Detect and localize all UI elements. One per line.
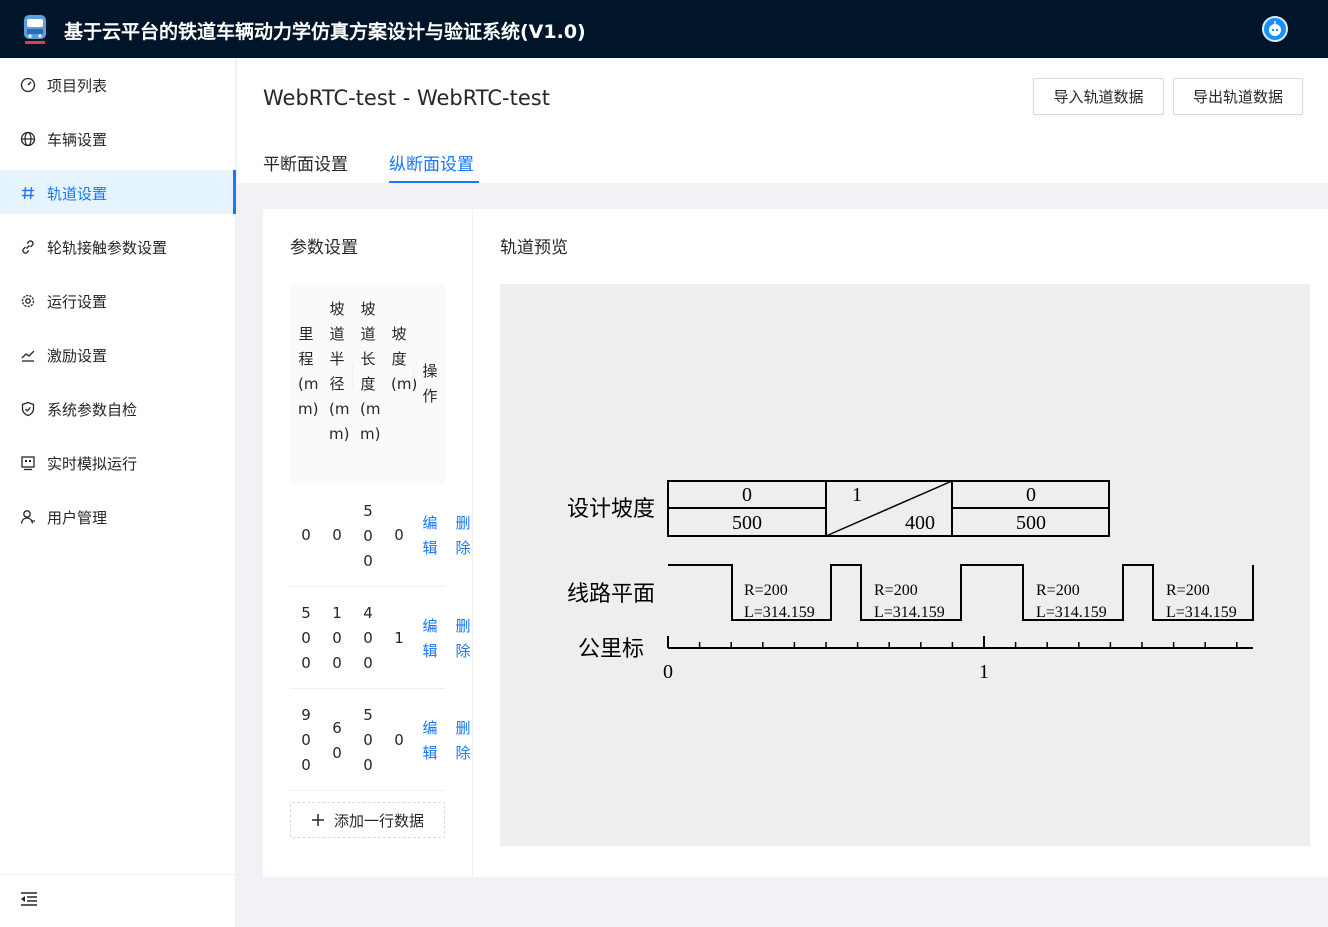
sidebar-item-label: 激励设置	[47, 347, 108, 365]
curve-radius: R=200	[744, 582, 788, 599]
track-profile-diagram: 设计坡度 线路平面 公里标 0 500 1 400 0 500 R=200 L=…	[567, 480, 1254, 683]
cell-radius: 100	[332, 604, 342, 672]
sidebar-item-label: 用户管理	[47, 509, 108, 527]
column-header-radius: 坡道半径(mm)	[329, 300, 350, 443]
curve-length: L=314.159	[1166, 604, 1237, 621]
cell-grade: 1	[394, 629, 404, 647]
page-header: WebRTC-test - WebRTC-test 导入轨道数据 导出轨道数据 …	[237, 58, 1328, 183]
sidebar-item-track-settings[interactable]: 轨道设置	[0, 170, 236, 214]
app-title: 基于云平台的铁道车辆动力学仿真方案设计与验证系统(V1.0)	[64, 21, 586, 43]
grade-length: 500	[732, 512, 762, 534]
curve-radius: R=200	[874, 582, 918, 599]
params-title: 参数设置	[290, 238, 358, 258]
robot-avatar-icon	[1269, 21, 1281, 36]
sidebar-item-label: 轮轨接触参数设置	[47, 239, 168, 257]
train-logo-icon	[24, 15, 46, 44]
preview-title: 轨道预览	[500, 238, 568, 258]
cell-length: 400	[363, 604, 373, 672]
header-separator	[413, 364, 414, 388]
plus-icon	[311, 814, 324, 826]
delete-row-button[interactable]: 删除	[455, 716, 471, 766]
user-avatar[interactable]	[1262, 16, 1288, 42]
sidebar: 项目列表 车辆设置 轨道设置 轮轨接触参数设置 运行设置 激励设置 系统参数自检…	[0, 58, 236, 927]
sidebar-item-vehicle-settings[interactable]: 车辆设置	[0, 116, 236, 160]
tab-active-indicator	[389, 181, 479, 183]
sidebar-item-wheel-rail-contact[interactable]: 轮轨接触参数设置	[0, 224, 236, 268]
column-header-length: 坡道长度(mm)	[360, 300, 381, 443]
dashboard-icon	[20, 77, 36, 93]
sidebar-item-label: 系统参数自检	[47, 401, 138, 419]
cell-grade: 0	[394, 526, 404, 544]
curve-length: L=314.159	[1036, 604, 1107, 621]
monitor-icon	[21, 456, 35, 471]
add-row-button[interactable]: 添加一行数据	[290, 802, 445, 838]
export-track-data-button[interactable]: 导出轨道数据	[1173, 78, 1303, 115]
km-row-label: 公里标	[578, 637, 644, 662]
cell-grade: 0	[394, 731, 404, 749]
row-divider	[290, 586, 445, 587]
row-divider	[290, 688, 445, 689]
app-header: 基于云平台的铁道车辆动力学仿真方案设计与验证系统(V1.0)	[0, 0, 1328, 58]
tab-plan-section[interactable]: 平断面设置	[263, 150, 348, 175]
cell-length: 500	[363, 502, 373, 570]
sidebar-item-label: 实时模拟运行	[47, 455, 138, 473]
curve-length: L=314.159	[744, 604, 815, 621]
cell-length: 500	[363, 706, 373, 774]
column-header-mileage: 里程(mm)	[298, 325, 319, 418]
stock-icon	[21, 350, 35, 362]
sidebar-divider	[0, 874, 236, 875]
sidebar-item-label: 项目列表	[47, 77, 108, 95]
sidebar-item-run-settings[interactable]: 运行设置	[0, 278, 236, 322]
km-tick-label: 0	[663, 661, 673, 683]
km-axis	[667, 636, 1253, 649]
content-card: 参数设置 里程(mm) 坡道半径(mm) 坡道长度(mm) 坡度(m) 操作 0…	[263, 209, 1328, 877]
track-preview: 设计坡度 线路平面 公里标 0 500 1 400 0 500 R=200 L=…	[500, 284, 1310, 846]
edit-row-button[interactable]: 编辑	[422, 716, 438, 766]
column-header-action: 操作	[422, 362, 438, 405]
delete-row-button[interactable]: 删除	[455, 614, 471, 664]
menu-fold-icon[interactable]	[20, 891, 38, 907]
link-icon	[22, 240, 34, 254]
shield-check-icon	[21, 401, 35, 417]
sidebar-item-project-list[interactable]: 项目列表	[0, 62, 236, 106]
cell-mileage: 0	[301, 526, 311, 544]
import-track-data-button[interactable]: 导入轨道数据	[1033, 78, 1164, 115]
gear-icon	[21, 294, 35, 308]
sidebar-item-system-self-check[interactable]: 系统参数自检	[0, 386, 236, 430]
grade-value: 0	[742, 484, 752, 506]
curve-radius: R=200	[1166, 582, 1210, 599]
km-tick-label: 1	[979, 661, 989, 683]
header-separator	[352, 364, 353, 388]
curve-radius: R=200	[1036, 582, 1080, 599]
user-icon	[20, 510, 35, 524]
sidebar-item-label: 车辆设置	[47, 131, 108, 149]
delete-row-button[interactable]: 删除	[455, 511, 471, 561]
tab-profile-section[interactable]: 纵断面设置	[389, 150, 474, 175]
page-title: WebRTC-test - WebRTC-test	[263, 86, 550, 110]
grade-length: 400	[905, 512, 935, 534]
curve-length: L=314.159	[874, 604, 945, 621]
hash-icon	[22, 186, 34, 200]
cell-radius: 60	[332, 719, 342, 762]
globe-icon	[20, 131, 36, 147]
grade-value: 0	[1026, 484, 1036, 506]
cell-mileage: 900	[301, 706, 311, 774]
sidebar-item-user-management[interactable]: 用户管理	[0, 494, 236, 538]
cell-mileage: 500	[301, 604, 311, 672]
column-header-grade: 坡度(m)	[391, 325, 418, 393]
grade-row-label: 设计坡度	[567, 497, 655, 522]
sidebar-item-label: 运行设置	[47, 293, 108, 311]
sidebar-item-realtime-simulation[interactable]: 实时模拟运行	[0, 440, 236, 484]
grade-value: 1	[852, 484, 862, 506]
sidebar-item-label: 轨道设置	[47, 185, 108, 203]
grade-length: 500	[1016, 512, 1046, 534]
plan-row-label: 线路平面	[567, 582, 655, 607]
edit-row-button[interactable]: 编辑	[422, 614, 438, 664]
edit-row-button[interactable]: 编辑	[422, 511, 438, 561]
row-divider	[290, 790, 445, 791]
params-panel: 参数设置 里程(mm) 坡道半径(mm) 坡道长度(mm) 坡度(m) 操作 0…	[263, 209, 473, 877]
add-row-label: 添加一行数据	[333, 811, 424, 830]
cell-radius: 0	[332, 526, 342, 544]
sidebar-item-excitation-settings[interactable]: 激励设置	[0, 332, 236, 376]
